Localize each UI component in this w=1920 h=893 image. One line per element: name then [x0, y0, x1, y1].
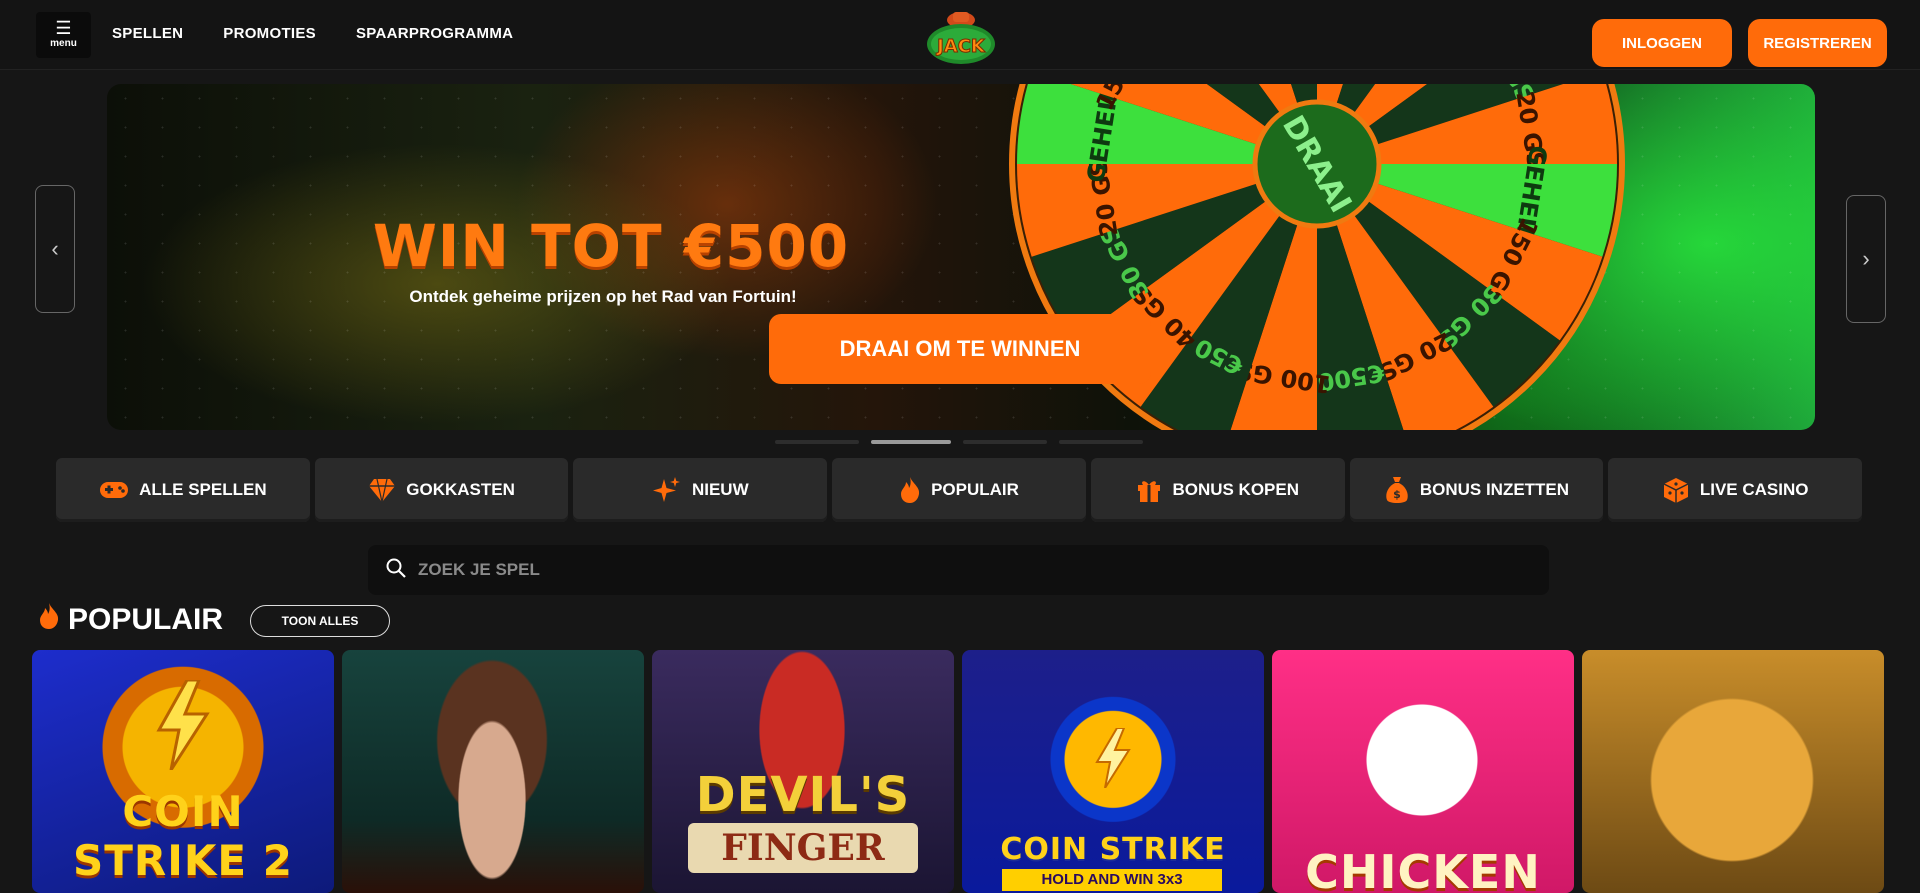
game-tile-coin-strike-2[interactable]: COIN STRIKE 2	[32, 650, 334, 893]
category-label: GOKKASTEN	[406, 480, 515, 499]
category-label: NIEUW	[691, 480, 749, 499]
game-title: CHICKEN	[1305, 845, 1541, 893]
category-populair[interactable]: POPULAIR	[832, 458, 1086, 522]
carousel-next-button[interactable]: ›	[1846, 195, 1886, 323]
game-tile-coin-strike-hold-and-win[interactable]: COIN STRIKE HOLD AND WIN 3x3	[962, 650, 1264, 893]
sparkle-icon	[652, 475, 682, 505]
banner-subtitle: Ontdek geheime prijzen op het Rad van Fo…	[409, 287, 797, 306]
category-label: ALLE SPELLEN	[139, 480, 267, 499]
lightning-icon	[156, 680, 210, 770]
game-subtitle: FINGER	[688, 823, 918, 873]
menu-label: menu	[50, 38, 77, 49]
category-bar: ALLE SPELLEN GOKKASTEN NIEUW POPULAIR BO…	[56, 458, 1863, 522]
search-input[interactable]	[418, 560, 1518, 580]
dice-icon	[1662, 476, 1690, 504]
section-title-text: POPULAIR	[68, 602, 224, 636]
flame-icon	[899, 476, 921, 504]
svg-text:$: $	[1393, 488, 1401, 501]
carousel-dot[interactable]	[963, 440, 1047, 444]
game-subtitle: HOLD AND WIN 3x3	[1002, 869, 1222, 891]
lightning-icon	[1095, 728, 1131, 788]
category-label: BONUS INZETTEN	[1419, 480, 1570, 499]
game-list: COIN STRIKE 2 DEVIL'S FINGER COIN STRIKE…	[32, 650, 1888, 893]
category-gokkasten[interactable]: GOKKASTEN	[314, 458, 569, 522]
login-button[interactable]: INLOGGEN	[1592, 19, 1732, 67]
carousel-indicators	[775, 440, 1143, 444]
gamepad-icon	[99, 479, 129, 501]
carousel-dot[interactable]	[1059, 440, 1143, 444]
category-bonus-kopen[interactable]: BONUS KOPEN	[1090, 458, 1345, 522]
search-icon	[386, 558, 406, 583]
main-nav: SPELLEN PROMOTIES SPAARPROGRAMMA	[112, 25, 513, 42]
spin-to-win-button[interactable]: DRAAI OM TE WINNEN	[769, 314, 1151, 384]
category-bonus-inzetten[interactable]: $ BONUS INZETTEN	[1349, 458, 1604, 522]
site-logo[interactable]: JACK	[925, 8, 997, 66]
category-label: POPULAIR	[931, 480, 1019, 499]
nav-spaarprogramma[interactable]: SPAARPROGRAMMA	[356, 25, 513, 42]
hamburger-icon: ☰	[55, 18, 72, 38]
top-header: ☰ menu SPELLEN PROMOTIES SPAARPROGRAMMA …	[0, 0, 1920, 70]
nav-promoties[interactable]: PROMOTIES	[223, 25, 316, 42]
category-alle-spellen[interactable]: ALLE SPELLEN	[56, 458, 310, 522]
gift-icon	[1136, 477, 1162, 503]
chevron-right-icon: ›	[1862, 246, 1870, 271]
section-title: POPULAIR	[38, 602, 223, 637]
carousel-dot-active[interactable]	[871, 440, 951, 444]
game-tile-chicken[interactable]: CHICKEN	[1272, 650, 1574, 893]
game-title: DEVIL'S	[695, 767, 911, 823]
diamond-icon	[368, 477, 396, 503]
game-search	[368, 545, 1549, 595]
category-live-casino[interactable]: LIVE CASINO	[1608, 458, 1863, 522]
money-bag-icon: $	[1384, 475, 1410, 505]
category-nieuw[interactable]: NIEUW	[573, 458, 828, 522]
chevron-left-icon: ‹	[51, 236, 59, 261]
logo-text: JACK	[935, 36, 986, 57]
category-label: LIVE CASINO	[1699, 480, 1809, 499]
menu-button[interactable]: ☰ menu	[36, 12, 91, 58]
game-tile-live-roulette[interactable]	[342, 650, 644, 893]
nav-spellen[interactable]: SPELLEN	[112, 25, 183, 42]
game-tile-devils-finger[interactable]: DEVIL'S FINGER	[652, 650, 954, 893]
game-tile-lion[interactable]	[1582, 650, 1884, 893]
show-all-button[interactable]: TOON ALLES	[250, 605, 390, 637]
flame-icon	[38, 602, 60, 637]
carousel-prev-button[interactable]: ‹	[35, 185, 75, 313]
register-button[interactable]: REGISTREREN	[1748, 19, 1887, 67]
game-title: COIN STRIKE 2	[73, 787, 293, 885]
category-label: BONUS KOPEN	[1172, 480, 1300, 499]
promo-banner[interactable]: 100 GS€5040 GS30 GS20 GSGEHEIM150 GS30 G…	[107, 84, 1815, 430]
banner-title: WIN TOT €500	[372, 212, 850, 280]
carousel-dot[interactable]	[775, 440, 859, 444]
game-title: COIN STRIKE	[1000, 832, 1226, 867]
